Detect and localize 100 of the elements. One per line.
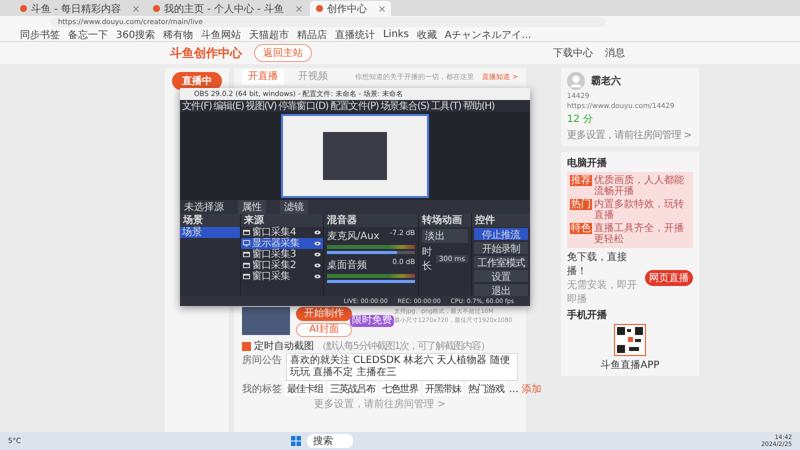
bookmark[interactable]: 直播统计 — [335, 28, 376, 42]
eye-icon[interactable] — [314, 229, 321, 236]
content-tab[interactable]: 开直播 — [242, 69, 284, 85]
dock-title: 混音器 — [324, 214, 418, 227]
bookmark[interactable]: 同步书签 — [20, 28, 60, 42]
feature-tag: 热门 — [570, 199, 592, 210]
section-title: 手机开播 — [567, 308, 608, 322]
live-button[interactable]: 直播中 — [172, 72, 222, 90]
cover-thumbnail — [242, 307, 290, 335]
favicon-icon — [316, 5, 323, 12]
browser-tab[interactable]: 我的主页 - 个人中心 - 斗鱼 — [146, 1, 308, 16]
bookmark[interactable]: 备忘一下 — [68, 28, 108, 42]
score-text: 12 分 — [567, 113, 594, 126]
filters-button[interactable]: 滤镜 — [280, 200, 308, 214]
tag[interactable]: 七色世界 — [380, 382, 420, 396]
tag[interactable]: 开黑带妹 — [423, 382, 463, 396]
web-live-button[interactable]: 网页直播 — [645, 270, 693, 286]
back-button[interactable]: 返回主站 — [254, 44, 312, 62]
favicon-icon — [20, 5, 27, 12]
source-item[interactable]: 显示器采集 — [241, 238, 323, 249]
scene-item[interactable]: 场景 — [180, 227, 240, 238]
qr-code-icon — [614, 324, 646, 356]
messages-link[interactable]: 消息 — [605, 46, 625, 60]
transition-select[interactable]: 淡出 — [422, 229, 468, 243]
field-label: 房间公告 — [242, 354, 282, 368]
source-item[interactable]: 窗口采集2 — [241, 260, 323, 271]
close-icon[interactable] — [132, 6, 139, 12]
feature-tag: 推荐 — [570, 175, 592, 186]
avatar-icon — [567, 72, 585, 90]
window-icon — [243, 251, 250, 258]
control-button[interactable]: 设置 — [474, 270, 528, 282]
menu-item[interactable]: 停靠窗口(D) — [278, 99, 328, 113]
menu-item[interactable]: 场景集合(S) — [380, 99, 430, 113]
channel-name: 桌面音频 — [327, 258, 367, 272]
make-button[interactable]: 开始制作 — [296, 307, 352, 321]
tag[interactable]: 最佳卡组 — [285, 382, 325, 396]
menu-item[interactable]: 编辑(E) — [214, 99, 244, 113]
volume-slider[interactable] — [327, 280, 415, 283]
bookmark[interactable]: Links — [383, 29, 409, 40]
checkbox[interactable] — [242, 342, 251, 350]
control-button[interactable]: 开始录制 — [474, 242, 528, 254]
bookmark[interactable]: 360搜索 — [116, 28, 156, 42]
tag[interactable]: 热门游戏 — [466, 382, 506, 396]
eye-icon[interactable] — [314, 262, 321, 269]
eye-icon[interactable] — [314, 251, 321, 258]
bookmark[interactable]: 精品店 — [297, 28, 328, 42]
window-icon — [243, 262, 250, 269]
more-text: ... — [509, 384, 519, 394]
source-item[interactable]: 窗口采集4 — [241, 227, 323, 238]
feature-text: 优质画质，人人都能流畅开播 — [594, 175, 685, 197]
bookmark[interactable]: Aチャンネルアイ... — [444, 28, 532, 42]
bookmark[interactable]: 稀有物 — [163, 28, 194, 42]
browser-tab[interactable]: 创作中心 — [310, 1, 391, 16]
tag[interactable]: 三英战吕布 — [328, 382, 377, 396]
web-live-title: 免下载，直接播！ — [567, 250, 628, 278]
qr-caption: 斗鱼直播APP — [600, 358, 660, 372]
eye-icon[interactable] — [314, 240, 321, 247]
menu-item[interactable]: 文件(F) — [182, 99, 212, 113]
free-badge: 限时免费 — [350, 315, 394, 327]
web-live-text: 无需安装，即开即播 — [567, 278, 638, 306]
control-button[interactable]: 退出 — [474, 284, 528, 296]
feature-tag: 特色 — [570, 223, 592, 234]
dock-title: 控件 — [472, 214, 530, 227]
duration-label: 时长 — [422, 246, 433, 273]
status-text: 未选择源 — [184, 200, 224, 214]
close-icon[interactable] — [378, 6, 385, 12]
bookmark[interactable]: 收藏 — [416, 28, 437, 42]
feature-text: 直播工具齐全，开播更轻松 — [594, 223, 685, 245]
dock-title: 来源 — [241, 214, 323, 227]
field-label: 我的标签 — [242, 382, 282, 396]
bookmark[interactable]: 斗鱼网站 — [201, 28, 242, 42]
source-item[interactable]: 窗口采集 — [241, 271, 323, 282]
browser-tab[interactable]: 斗鱼 - 每日精彩内容 — [14, 1, 145, 16]
monitor-icon — [243, 240, 250, 247]
source-item[interactable]: 窗口采集3 — [241, 249, 323, 260]
window-icon — [243, 273, 250, 280]
search-field[interactable]: 搜索 — [306, 434, 353, 448]
eye-icon[interactable] — [314, 273, 321, 280]
download-link[interactable]: 下载中心 — [553, 46, 593, 60]
menu-item[interactable]: 工具(T) — [431, 99, 461, 113]
channel-name: 麦克风/Aux — [327, 230, 380, 243]
hint-text: （默认每5分钟截图1次，可了解截图内容） — [317, 340, 490, 353]
user-name: 霸老六 — [591, 74, 621, 88]
feature-text: 内置多款特效，玩转直播 — [594, 199, 685, 221]
bookmark[interactable]: 天猫超市 — [249, 28, 290, 42]
close-icon[interactable] — [296, 6, 302, 12]
start-icon[interactable] — [290, 436, 301, 446]
control-button[interactable]: 停止推流 — [474, 228, 528, 240]
checkbox-label: 定时自动截图 — [254, 340, 314, 353]
ai-cover-button[interactable]: AI封面 — [296, 323, 352, 337]
dock-title: 转场动画 — [419, 214, 471, 227]
menu-item[interactable]: 视图(V) — [246, 99, 276, 113]
section-title: 电脑开播 — [567, 156, 608, 170]
control-button[interactable]: 工作室模式 — [474, 256, 528, 268]
properties-button[interactable]: 属性 — [238, 200, 266, 214]
menu-item[interactable]: 配置文件(P) — [330, 99, 378, 113]
menu-item[interactable]: 帮助(H) — [462, 99, 494, 113]
announcement-field[interactable]: 喜欢的就关注 CLEDSDK 林老六 天人植物器 随便玩玩 直播不定 主播在三 — [286, 353, 518, 381]
volume-slider[interactable] — [327, 251, 398, 254]
dock-title: 场景 — [180, 214, 240, 227]
